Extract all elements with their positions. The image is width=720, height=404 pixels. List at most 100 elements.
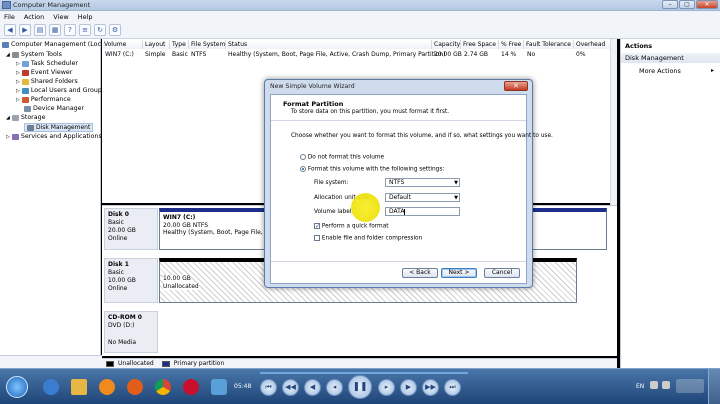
disk0-label[interactable]: Disk 0 Basic 20.00 GB Online [104,208,158,250]
allocation-unit-select[interactable]: Default ▼ [385,193,460,202]
cell-percent-free: 14 % [501,51,517,58]
expand-arrow-icon[interactable]: ▷ [16,79,20,85]
tree-item-device-manager[interactable]: Device Manager [24,105,84,112]
disk-name: Disk 0 [108,211,129,218]
compression-checkbox[interactable] [314,235,320,241]
taskbar-opera[interactable] [178,373,204,400]
more-actions-link[interactable]: More Actions [639,67,681,75]
list-view-icon[interactable]: ≡ [79,24,91,36]
forward-arrow-icon[interactable]: ▶ [19,24,31,36]
next-icon[interactable]: ▶▶ [422,379,439,396]
taskbar-explorer[interactable] [38,373,64,400]
column-header[interactable]: File System [189,40,226,49]
step-back-icon[interactable]: ◂ [326,379,343,396]
tree-item-performance[interactable]: ▷ Performance [16,96,71,103]
previous-icon[interactable]: ◀◀ [282,379,299,396]
tree-item-task-scheduler[interactable]: ▷ Task Scheduler [16,60,78,67]
fast-forward-icon[interactable]: ▶ [400,379,417,396]
cancel-button[interactable]: Cancel [484,268,520,278]
column-header[interactable]: % Free [499,40,524,49]
radio-no-format[interactable] [300,154,306,160]
system-clock[interactable] [676,379,704,393]
wizard-close-button[interactable]: ✕ [504,81,528,91]
column-header[interactable]: Free Space [461,40,499,49]
quick-format-checkbox[interactable]: ✓ [314,223,320,230]
taskbar-app[interactable] [206,373,232,400]
skip-back-icon[interactable]: ⏮ [260,379,277,396]
up-folder-icon[interactable]: ▤ [34,24,46,36]
volume-icon[interactable] [662,381,670,389]
tree-item-storage[interactable]: ◢ Storage [6,114,46,121]
menu-action[interactable]: Action [24,13,44,21]
tree-item-disk-management[interactable]: Disk Management [24,123,94,132]
actions-pane: Actions Disk Management More Actions ▸ [620,39,720,368]
option-format[interactable]: Format this volume with the following se… [300,166,444,173]
settings-icon[interactable]: ⚙ [109,24,121,36]
expand-arrow-icon[interactable]: ▷ [16,61,20,67]
pause-icon[interactable]: ❚❚ [348,375,372,399]
menu-view[interactable]: View [53,13,68,21]
compression-option[interactable]: Enable file and folder compression [314,235,422,242]
submenu-arrow-icon[interactable]: ▸ [711,67,714,74]
menu-bar: File Action View Help [0,11,720,22]
column-header[interactable]: Layout [143,40,170,49]
next-button[interactable]: Next > [441,268,477,278]
back-button[interactable]: < Back [402,268,438,278]
menu-file[interactable]: File [4,13,15,21]
seek-bar[interactable] [260,372,468,374]
disk1-label[interactable]: Disk 1 Basic 10.00 GB Online [104,258,158,303]
language-indicator[interactable]: EN [636,383,644,390]
expand-arrow-icon[interactable]: ▷ [16,88,20,94]
collapse-arrow-icon[interactable]: ◢ [6,52,10,58]
column-header[interactable]: Overhead [574,40,612,49]
expand-arrow-icon[interactable]: ▷ [16,97,20,103]
taskbar-firefox[interactable] [122,373,148,400]
expand-arrow-icon[interactable]: ▷ [16,70,20,76]
maximize-button[interactable]: ▢ [679,0,695,9]
media-player-icon [99,378,115,395]
taskbar-media[interactable] [94,373,120,400]
cdrom-label[interactable]: CD-ROM 0 DVD (D:) No Media [104,311,158,353]
column-header[interactable]: Fault Tolerance [524,40,574,49]
refresh-icon[interactable]: ↻ [94,24,106,36]
selected-value: NTFS [389,179,405,186]
column-header[interactable]: Type [170,40,189,49]
column-header[interactable]: Status [226,40,432,49]
radio-format[interactable] [300,166,306,172]
tree-item-system-tools[interactable]: ◢ System Tools [6,51,62,58]
wizard-heading: Format Partition [283,100,344,108]
minimize-button[interactable]: – [662,0,678,9]
disk-name: CD-ROM 0 [108,314,142,321]
start-button[interactable] [2,373,32,400]
menu-help[interactable]: Help [78,13,93,21]
actions-section[interactable]: Disk Management [621,53,720,63]
fs-label: File system: [314,180,349,186]
help-icon[interactable]: ? [64,24,76,36]
quick-format-option[interactable]: ✓ Perform a quick format [314,223,389,230]
skip-forward-icon[interactable]: ⏭ [444,379,461,396]
collapse-arrow-icon[interactable]: ◢ [6,115,10,121]
tree-item-local-users[interactable]: ▷ Local Users and Groups [16,87,105,94]
column-header[interactable]: Volume [102,40,143,49]
step-forward-icon[interactable]: ▸ [378,379,395,396]
tree-item-event-viewer[interactable]: ▷ Event Viewer [16,69,72,76]
tree-item-shared-folders[interactable]: ▷ Shared Folders [16,78,78,85]
expand-arrow-icon[interactable]: ▷ [6,134,10,140]
properties-icon[interactable]: ▦ [49,24,61,36]
rewind-icon[interactable]: ◀ [304,379,321,396]
taskbar-chrome[interactable] [150,373,176,400]
disk-icon [27,124,34,131]
volume-label-input[interactable]: DATA [385,207,460,216]
network-icon[interactable] [650,381,658,389]
taskbar-folder[interactable] [66,373,92,400]
cell-status: Healthy (System, Boot, Page File, Active… [228,51,446,58]
close-button[interactable]: ✕ [696,0,718,9]
tree-item-services[interactable]: ▷ Services and Applications [6,133,102,140]
wizard-prompt: Choose whether you want to format this v… [291,133,553,139]
back-arrow-icon[interactable]: ◀ [4,24,16,36]
option-no-format[interactable]: Do not format this volume [300,154,384,161]
file-system-select[interactable]: NTFS ▼ [385,178,460,187]
show-desktop-button[interactable] [708,369,720,404]
column-header[interactable]: Capacity [432,40,461,49]
tree-item-root[interactable]: Computer Management (Local [2,41,107,48]
